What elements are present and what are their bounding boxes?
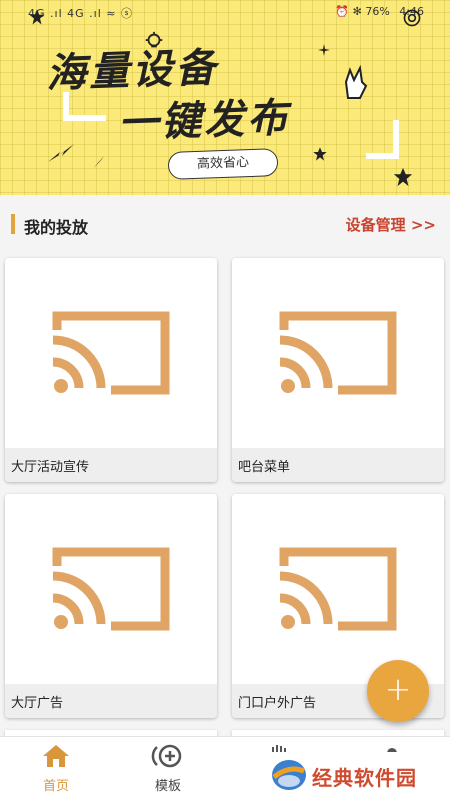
lightning-icon-small <box>94 156 104 168</box>
card-thumbnail <box>5 258 217 448</box>
star-icon-small <box>313 147 327 161</box>
star-icon <box>29 9 45 25</box>
card-label-bar: 吧台菜单 <box>232 448 444 482</box>
cast-icon <box>52 311 170 395</box>
playlist-card[interactable]: 大厅广告 <box>5 494 217 718</box>
watermark-text: 经典软件园 <box>312 766 417 790</box>
cast-icon <box>279 311 397 395</box>
cast-icon <box>279 547 397 631</box>
card-title: 大厅广告 <box>11 696 64 711</box>
at-icon <box>403 9 421 27</box>
cast-icon <box>52 547 170 631</box>
section-accent-bar <box>11 214 15 234</box>
card-thumbnail <box>232 258 444 448</box>
card-title: 吧台菜单 <box>238 460 291 475</box>
hand-gesture-icon <box>344 64 368 99</box>
banner-headline-2: 一键发布 <box>117 95 291 147</box>
sparkle-icon <box>318 44 330 56</box>
section-header: 我的投放 设备管理 >> <box>0 208 450 242</box>
section-title: 我的投放 <box>24 218 89 237</box>
nav-item-template[interactable]: 模板 <box>128 743 208 794</box>
banner-slogan: 高效省心 <box>167 148 279 180</box>
bracket-shape-right <box>366 120 399 159</box>
nav-label-home: 首页 <box>42 779 69 794</box>
home-icon <box>43 745 69 767</box>
watermark: 经典软件园 <box>268 752 446 798</box>
lightning-icon <box>48 144 74 162</box>
playlist-card[interactable]: 吧台菜单 <box>232 258 444 482</box>
card-thumbnail <box>5 494 217 684</box>
template-add-icon <box>151 744 182 768</box>
playlist-card[interactable]: 大厅活动宣传 <box>5 258 217 482</box>
star-icon-large <box>393 167 413 187</box>
promo-banner[interactable]: 4G .ıl 4G .ıl ≈ ⓢ ⏰ ✻ 76% 4:46 海量设备 一键发布… <box>0 0 450 195</box>
status-bar: 4G .ıl 4G .ıl ≈ ⓢ ⏰ ✻ 76% 4:46 <box>0 0 450 24</box>
card-thumbnail <box>232 494 444 684</box>
add-button[interactable]: + <box>367 660 429 722</box>
battery-indicator: ✻ 76% <box>352 5 390 18</box>
app-screen: 4G .ıl 4G .ıl ≈ ⓢ ⏰ ✻ 76% 4:46 海量设备 一键发布… <box>0 0 450 800</box>
nav-label-template: 模板 <box>154 779 181 794</box>
watermark-logo <box>272 760 306 790</box>
card-title: 门口户外广告 <box>238 696 317 711</box>
device-manage-link[interactable]: 设备管理 >> <box>346 214 436 235</box>
alarm-icon: ⏰ <box>335 5 350 18</box>
nav-item-home[interactable]: 首页 <box>16 743 96 794</box>
card-label-bar: 大厅广告 <box>5 684 217 718</box>
card-title: 大厅活动宣传 <box>11 460 90 475</box>
card-label-bar: 大厅活动宣传 <box>5 448 217 482</box>
